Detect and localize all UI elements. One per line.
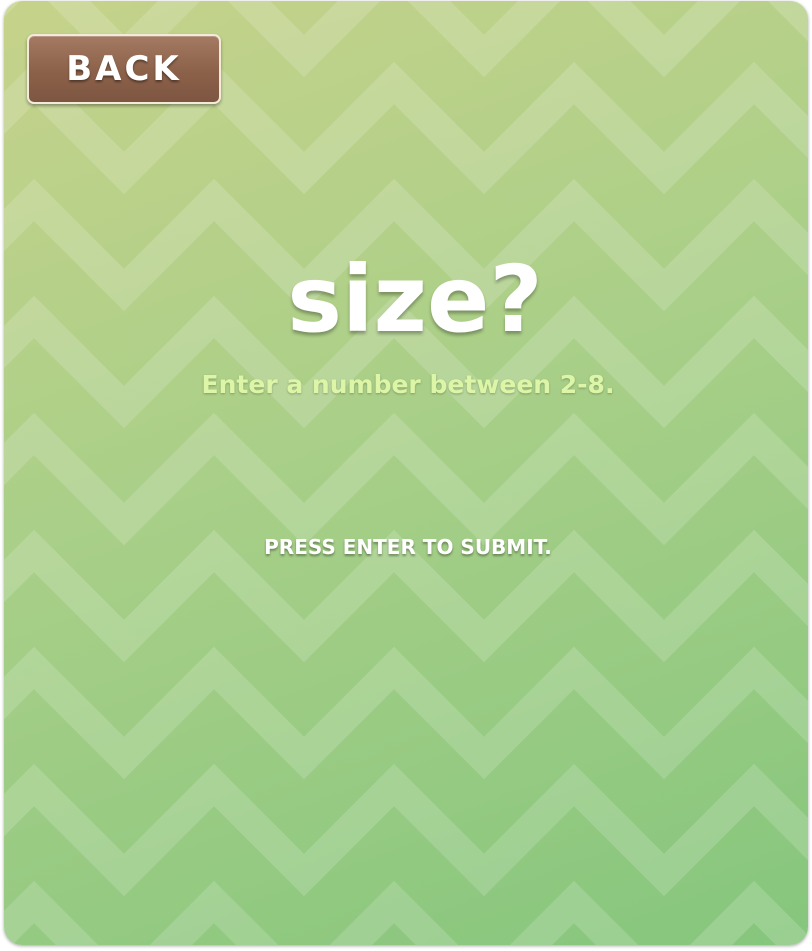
chevron-background xyxy=(4,1,808,945)
back-button-label: BACK xyxy=(66,49,182,89)
prompt-title: size? xyxy=(287,246,543,353)
back-button[interactable]: BACK xyxy=(27,34,221,104)
game-screen: BACK size? Enter a number between 2-8. P… xyxy=(4,1,808,945)
prompt-instruction: Enter a number between 2-8. xyxy=(201,370,615,399)
submit-hint: PRESS ENTER TO SUBMIT. xyxy=(264,535,552,559)
